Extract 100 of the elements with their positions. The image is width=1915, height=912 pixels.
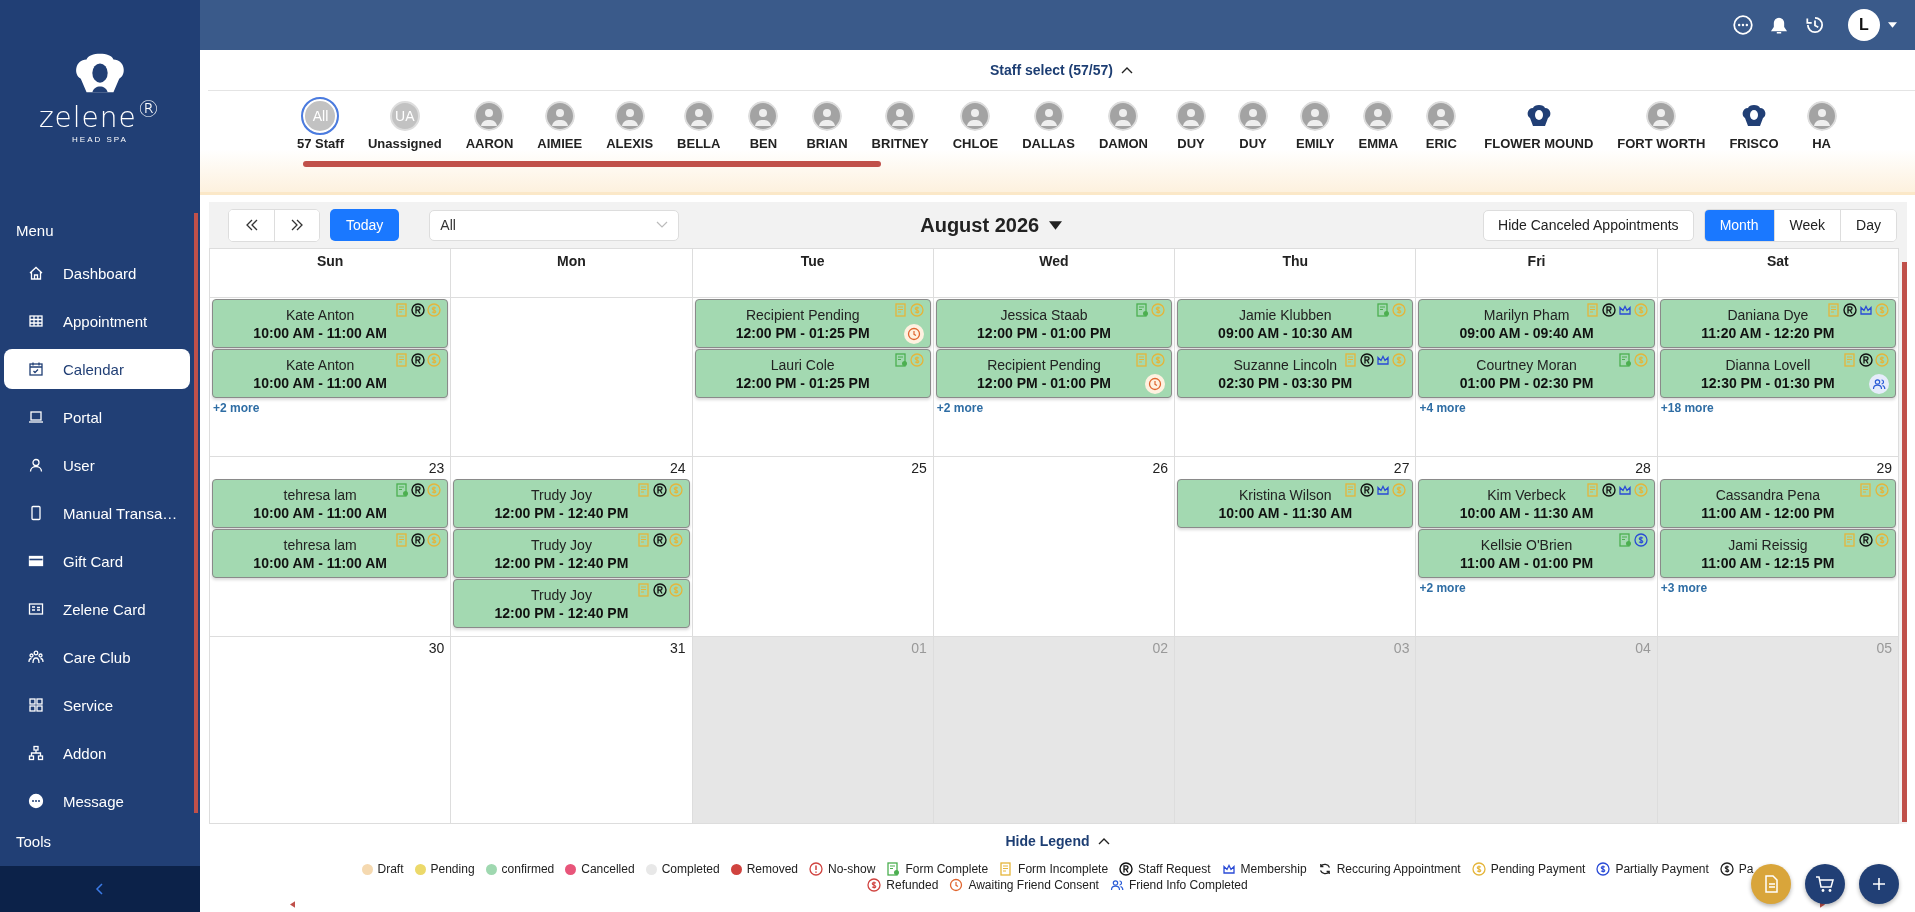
sidebar-item[interactable]: Dashboard [4,253,190,293]
date-number: 02 [1152,640,1169,656]
scrollbar[interactable] [1902,262,1907,822]
appointment-time: 02:30 PM - 03:30 PM [1218,374,1353,391]
form-incomplete-icon [999,862,1014,876]
today-button[interactable]: Today [330,209,400,241]
sidebar-item[interactable]: Message [4,781,190,821]
sidebar-item[interactable]: Service [4,685,190,725]
staff-item[interactable]: BRITNEY [866,101,934,151]
more-link[interactable]: +3 more [1659,579,1896,597]
staff-item[interactable]: AARON [460,101,519,151]
history-icon[interactable] [1804,14,1826,36]
appointment-card[interactable]: Kim Verbeck 10:00 AM - 11:30 AM [1418,479,1655,528]
staff-item[interactable]: ALEXIS [601,101,659,151]
filter-dropdown[interactable]: All [429,209,680,241]
day-cell[interactable]: Jessica Staab 12:00 PM - 01:00 PM Recipient Pending 12:00 PM - 01:00 PM +2 more [933,298,1176,457]
staff-item[interactable]: BEN [739,101,788,151]
scrollbar[interactable] [194,213,198,813]
appointment-card[interactable]: Trudy Joy 12:00 PM - 12:40 PM [453,479,690,528]
day-cell[interactable]: 29 Cassandra Pena 11:00 AM - 12:00 PM Jami Reissig 11:00 AM - 12:15 PM +3 more [1657,457,1899,637]
sidebar-item[interactable]: Appointment [4,301,190,341]
sidebar-item[interactable]: Zelene Card [4,589,190,629]
appointment-card[interactable]: Recipient Pending 12:00 PM - 01:25 PM [694,299,931,348]
day-cell[interactable] [451,298,693,457]
apps-icon [28,697,44,713]
hide-legend-toggle[interactable]: Hide Legend [999,832,1116,850]
day-cell[interactable]: 23 tehresa lam 10:00 AM - 11:00 AM tehresa lam 10:00 AM - 11:00 AM [210,457,452,637]
day-cell[interactable]: 24 Trudy Joy 12:00 PM - 12:40 PM Trudy Joy 12:00 PM - 12:40 PM Trudy Joy 12:00 PM - 12:40 PM [451,457,693,637]
appointment-card[interactable]: Kate Anton 10:00 AM - 11:00 AM [212,349,449,398]
day-cell[interactable]: Recipient Pending 12:00 PM - 01:25 PM Lauri Cole 12:00 PM - 01:25 PM [692,298,934,457]
staff-item[interactable]: FRISCO [1724,101,1784,151]
day-cell[interactable]: Marilyn Pham 09:00 AM - 09:40 AM Courtney Moran 01:00 PM - 02:30 PM +4 more [1416,298,1658,457]
day-cell[interactable]: Jamie Klubben 09:00 AM - 10:30 AM Suzanne Lincoln 02:30 PM - 03:30 PM [1175,298,1417,457]
sidebar-item[interactable]: Addon [4,733,190,773]
appointment-card[interactable]: Kate Anton 10:00 AM - 11:00 AM [212,299,449,348]
more-link[interactable]: +2 more [935,399,1173,417]
appointment-card[interactable]: Jessica Staab 12:00 PM - 01:00 PM [935,299,1173,348]
month-title[interactable]: August 2026 [914,212,1069,238]
add-button[interactable] [1859,864,1899,904]
more-link[interactable]: +2 more [1418,579,1655,597]
appointment-card[interactable]: Recipient Pending 12:00 PM - 01:00 PM [935,349,1173,398]
sidebar-item[interactable]: Gift Card [4,541,190,581]
sidebar-item[interactable]: User [4,445,190,485]
view-tab[interactable]: Month [1704,209,1774,241]
staff-item[interactable]: ERIC [1417,101,1466,151]
staff-item[interactable]: DALLAS [1017,101,1080,151]
appointment-card[interactable]: tehresa lam 10:00 AM - 11:00 AM [212,479,449,528]
scrollbar[interactable] [303,161,881,167]
staff-item[interactable]: AIMIEE [532,101,588,151]
more-link[interactable]: +2 more [212,399,449,417]
appointment-card[interactable]: Jamie Klubben 09:00 AM - 10:30 AM [1177,299,1414,348]
staff-item[interactable]: HA [1797,101,1846,151]
appointment-card[interactable]: tehresa lam 10:00 AM - 11:00 AM [212,529,449,578]
more-link[interactable]: +4 more [1418,399,1655,417]
day-cell[interactable]: 28 Kim Verbeck 10:00 AM - 11:30 AM Kellsie O'Brien 11:00 AM - 01:00 PM +2 more [1416,457,1658,637]
appointment-card[interactable]: Trudy Joy 12:00 PM - 12:40 PM [453,579,690,628]
staff-item[interactable]: UA Unassigned [362,101,447,151]
sidebar-item[interactable]: Manual Transa… [4,493,190,533]
staff-item[interactable]: DUY [1167,101,1215,151]
double-chevron-right-icon [290,219,304,231]
legend-label: Friend Info Completed [1128,878,1248,892]
staff-item[interactable]: FORT WORTH [1612,101,1711,151]
staff-item[interactable]: BRIAN [801,101,853,151]
staff-item[interactable]: DUY [1229,101,1277,151]
appointment-card[interactable]: Courtney Moran 01:00 PM - 02:30 PM [1418,349,1655,398]
staff-item[interactable]: FLOWER MOUND [1479,101,1599,151]
view-tab[interactable]: Week [1773,209,1841,241]
appointment-card[interactable]: Jami Reissig 11:00 AM - 12:15 PM [1659,529,1896,578]
staff-item[interactable]: CHLOE [947,101,1004,151]
day-cell[interactable]: 27 Kristina Wilson 10:00 AM - 11:30 AM [1175,457,1417,637]
appointment-card[interactable]: Lauri Cole 12:00 PM - 01:25 PM [694,349,931,398]
appointment-card[interactable]: Cassandra Pena 11:00 AM - 12:00 PM [1659,479,1896,528]
staff-select-toggle[interactable]: Staff select (57/57) [984,61,1139,79]
appointment-card[interactable]: Suzanne Lincoln 02:30 PM - 03:30 PM [1177,349,1414,398]
appointment-card[interactable]: Daniana Dye 11:20 AM - 12:20 PM [1659,299,1896,348]
staff-item[interactable]: EMMA [1353,101,1404,151]
sidebar-item[interactable]: Care Club [4,637,190,677]
staff-item[interactable]: DAMON [1093,101,1153,151]
cart-button[interactable] [1805,864,1845,904]
chat-icon[interactable] [1732,14,1754,36]
sidebar-item[interactable]: Calendar [4,349,190,389]
appointment-card[interactable]: Kristina Wilson 10:00 AM - 11:30 AM [1177,479,1414,528]
day-cell[interactable]: 31 [451,637,693,824]
appointment-card[interactable]: Marilyn Pham 09:00 AM - 09:40 AM [1418,299,1655,348]
hide-canceled-button[interactable]: Hide Canceled Appointments [1483,209,1694,241]
sidebar-item[interactable]: Portal [4,397,190,437]
appointment-card[interactable]: Kellsie O'Brien 11:00 AM - 01:00 PM [1418,529,1655,578]
staff-item[interactable]: BELLA [672,101,726,151]
appointment-card[interactable]: Trudy Joy 12:00 PM - 12:40 PM [453,529,690,578]
legend-label: Refunded [886,878,939,892]
staff-item[interactable]: EMILY [1291,101,1340,151]
caret-icon[interactable] [1888,22,1897,28]
appointment-card[interactable]: Dianna Lovell 12:30 PM - 01:30 PM [1659,349,1896,398]
scroll-left-icon[interactable] [290,901,295,908]
more-link[interactable]: +18 more [1659,399,1896,417]
view-tab[interactable]: Day [1840,209,1896,241]
day-cell[interactable]: Kate Anton 10:00 AM - 11:00 AM Kate Anton 10:00 AM - 11:00 AM +2 more [210,298,452,457]
user-avatar[interactable]: L [1848,9,1880,41]
day-cell[interactable]: 30 [210,637,452,824]
day-cell[interactable]: Daniana Dye 11:20 AM - 12:20 PM Dianna Lovell 12:30 PM - 01:30 PM +18 more [1657,298,1899,457]
